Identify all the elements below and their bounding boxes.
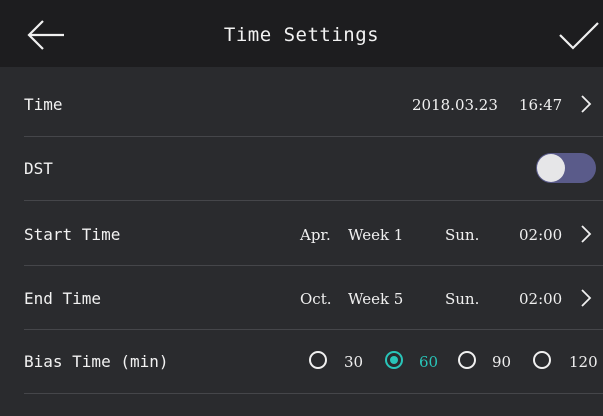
- end-time-label: End Time: [24, 289, 102, 308]
- start-time-label: Start Time: [24, 225, 121, 244]
- end-week-value: Week 5: [348, 290, 404, 308]
- start-month-value: Apr.: [300, 226, 331, 244]
- chevron-right-icon[interactable]: [580, 288, 592, 308]
- bias-option-30[interactable]: 30: [344, 329, 363, 393]
- time-settings-screen: Time Settings Time 2018.03.23 16:47 DST …: [0, 0, 603, 416]
- arrow-left-icon[interactable]: [26, 18, 66, 52]
- end-clock-value: 02:00: [519, 290, 563, 308]
- bias-radio-120[interactable]: [533, 351, 551, 369]
- time-label: Time: [24, 95, 63, 114]
- bias-option-90[interactable]: 90: [492, 329, 511, 393]
- end-month-value: Oct.: [300, 290, 332, 308]
- bias-radio-90[interactable]: [458, 351, 476, 369]
- bias-time-row: Bias Time (min): [0, 329, 603, 393]
- dst-label: DST: [24, 159, 53, 178]
- bias-option-60[interactable]: 60: [419, 329, 438, 393]
- header-bar: Time Settings: [0, 0, 603, 67]
- start-week-value: Week 1: [348, 226, 404, 244]
- page-title: Time Settings: [223, 24, 380, 46]
- bias-radio-60[interactable]: [385, 351, 403, 369]
- dst-row: DST: [0, 136, 603, 200]
- divider: [24, 393, 603, 394]
- checkmark-icon[interactable]: [558, 20, 600, 52]
- toggle-knob: [537, 154, 565, 182]
- chevron-right-icon[interactable]: [580, 224, 592, 244]
- end-day-value: Sun.: [445, 290, 480, 308]
- bias-option-120[interactable]: 120: [569, 329, 598, 393]
- bias-time-label: Bias Time (min): [24, 352, 169, 371]
- time-row[interactable]: Time 2018.03.23 16:47: [0, 72, 603, 136]
- divider: [24, 200, 603, 201]
- time-clock-value: 16:47: [519, 96, 563, 114]
- start-clock-value: 02:00: [519, 226, 563, 244]
- end-time-row[interactable]: End Time Oct. Week 5 Sun. 02:00: [0, 266, 603, 330]
- bias-radio-30[interactable]: [309, 351, 327, 369]
- dst-toggle[interactable]: [536, 153, 596, 183]
- start-time-row[interactable]: Start Time Apr. Week 1 Sun. 02:00: [0, 202, 603, 266]
- chevron-right-icon[interactable]: [580, 94, 592, 114]
- time-date-value: 2018.03.23: [412, 96, 498, 114]
- start-day-value: Sun.: [445, 226, 480, 244]
